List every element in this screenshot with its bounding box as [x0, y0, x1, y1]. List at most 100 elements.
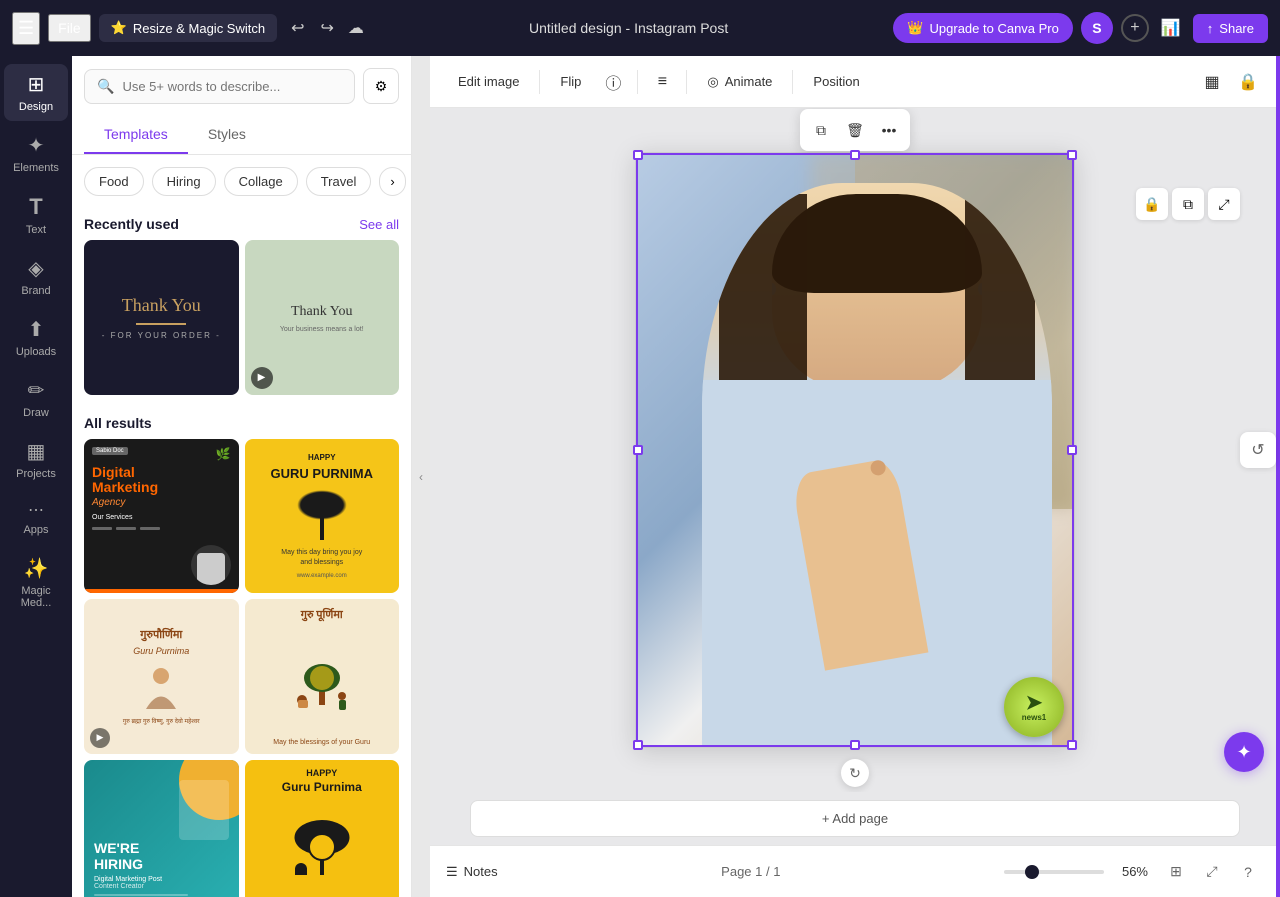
share-icon: ↑: [1207, 21, 1214, 36]
toolbar-divider-2: [637, 70, 638, 94]
panel-tabs: Templates Styles: [72, 116, 411, 155]
hamburger-menu-button[interactable]: ☰: [12, 12, 40, 45]
redo-button[interactable]: ↪: [315, 14, 340, 42]
page-info: Page 1 / 1: [510, 864, 992, 879]
add-page-bar: + Add page: [430, 792, 1280, 845]
expand-view-button[interactable]: ⤢: [1196, 856, 1228, 888]
toolbar-divider-4: [792, 70, 793, 94]
filter-button[interactable]: ⚙: [363, 68, 399, 104]
sidebar-item-design-label: Design: [19, 101, 53, 113]
zoom-slider[interactable]: [1004, 870, 1104, 874]
template-thumb-thank-you-dark[interactable]: Thank You - FOR YOUR ORDER -: [84, 240, 239, 395]
refresh-canvas-button[interactable]: ↺: [1240, 432, 1276, 468]
flip-label: Flip: [560, 74, 581, 89]
undo-button[interactable]: ↩: [285, 14, 310, 42]
frame-lock-button[interactable]: 🔒: [1136, 188, 1168, 220]
sidebar-item-apps[interactable]: ⋯ Apps: [4, 492, 68, 544]
lock-button[interactable]: 🔒: [1232, 66, 1264, 98]
magic-switch-icon: ⭐: [111, 20, 127, 36]
sidebar-item-brand[interactable]: ◈ Brand: [4, 248, 68, 305]
sidebar-item-text[interactable]: T Text: [4, 186, 68, 244]
tag-hiring[interactable]: Hiring: [152, 167, 216, 196]
position-button[interactable]: Position: [801, 68, 871, 95]
sidebar-item-brand-label: Brand: [21, 285, 50, 297]
analytics-button[interactable]: 📊: [1157, 14, 1185, 42]
tag-travel[interactable]: Travel: [306, 167, 372, 196]
template-thumb-digital-marketing[interactable]: Sabio Doc 🌿 DigitalMarketing Agency Our …: [84, 439, 239, 594]
brand-icon: ◈: [28, 256, 43, 281]
sidebar-item-text-label: Text: [26, 224, 46, 236]
news-watermark-badge: ➤ news1: [1004, 677, 1064, 737]
uploads-icon: ⬆: [28, 317, 45, 342]
template-thumb-thank-you-floral[interactable]: Thank You Your business means a lot! ▶: [245, 240, 400, 395]
sidebar-item-projects-label: Projects: [16, 468, 56, 480]
notes-button[interactable]: ☰ Notes: [446, 864, 498, 880]
upgrade-button[interactable]: 👑 Upgrade to Canva Pro: [893, 13, 1073, 43]
help-button[interactable]: ?: [1232, 856, 1264, 888]
news-badge-arrow-icon: ➤: [1026, 693, 1043, 713]
see-all-link[interactable]: See all: [359, 217, 399, 232]
checkerboard-button[interactable]: ▦: [1196, 66, 1228, 98]
bottom-bar: ☰ Notes Page 1 / 1 56% ⊞ ⤢ ?: [430, 845, 1280, 897]
canvas-copy-button[interactable]: ⧉: [806, 115, 836, 145]
secondary-toolbar: Edit image Flip ⓘ ≡ ◎ Animate Position ▦…: [430, 56, 1280, 108]
frame-copy-button[interactable]: ⧉: [1172, 188, 1204, 220]
search-input[interactable]: [122, 79, 342, 94]
sidebar-item-draw[interactable]: ✏ Draw: [4, 370, 68, 427]
animate-circle-icon: ◎: [707, 74, 718, 90]
sidebar-item-draw-label: Draw: [23, 407, 49, 419]
filter-icon: ⚙: [375, 78, 388, 95]
all-results-header: All results: [72, 407, 411, 439]
cloud-save-icon[interactable]: ☁: [348, 18, 364, 38]
grid-view-button[interactable]: ⊞: [1160, 856, 1192, 888]
tag-chips: Food Hiring Collage Travel ›: [72, 155, 411, 208]
sidebar-item-elements-label: Elements: [13, 162, 59, 174]
canvas-delete-button[interactable]: 🗑: [840, 115, 870, 145]
crown-icon: 👑: [907, 20, 923, 36]
rotate-handle[interactable]: ↻: [841, 759, 869, 787]
add-collaborator-button[interactable]: +: [1121, 14, 1149, 42]
template-thumb-guru-purnima-dark2[interactable]: HAPPY Guru Purnima Blessings and wisdom: [245, 760, 400, 897]
sidebar-item-projects[interactable]: ▦ Projects: [4, 431, 68, 488]
search-icon: 🔍: [97, 78, 114, 95]
hide-panel-button[interactable]: ‹: [412, 56, 430, 897]
template-thumb-guru-purnima-beige1[interactable]: गुरुपौर्णिमा Guru Purnima गुरु ब्रह्मा ग…: [84, 599, 239, 754]
all-results-grid: Sabio Doc 🌿 DigitalMarketing Agency Our …: [72, 439, 411, 897]
sidebar: ⊞ Design ✦ Elements T Text ◈ Brand ⬆ Upl…: [0, 56, 72, 897]
sidebar-item-magic[interactable]: ✨ Magic Med...: [4, 548, 68, 617]
sidebar-item-apps-label: Apps: [23, 524, 48, 536]
canvas-more-button[interactable]: •••: [874, 115, 904, 145]
sidebar-item-uploads[interactable]: ⬆ Uploads: [4, 309, 68, 366]
magic-assistant-button[interactable]: ✦: [1224, 732, 1264, 772]
search-input-wrap[interactable]: 🔍: [84, 69, 355, 104]
file-menu-button[interactable]: File: [48, 14, 91, 42]
flip-button[interactable]: Flip: [548, 68, 593, 95]
share-label: Share: [1219, 21, 1254, 36]
menu-button[interactable]: ≡: [646, 66, 678, 98]
notes-label: Notes: [464, 864, 498, 879]
magic-icon: ✨: [24, 556, 49, 581]
template-thumb-guru-purnima-yellow[interactable]: HAPPY GURU PURNIMA May this day bring yo…: [245, 439, 400, 594]
tag-food[interactable]: Food: [84, 167, 144, 196]
template-thumb-hiring[interactable]: WE'REHIRING Digital Marketing Post Conte…: [84, 760, 239, 897]
tab-templates[interactable]: Templates: [84, 116, 188, 154]
recently-used-grid: Thank You - FOR YOUR ORDER - Thank You Y…: [72, 240, 411, 407]
sidebar-item-design[interactable]: ⊞ Design: [4, 64, 68, 121]
canvas-workspace: 🔒 ⧉ ⤢ ⧉ 🗑 •••: [430, 108, 1280, 792]
frame-expand-button[interactable]: ⤢: [1208, 188, 1240, 220]
tag-collage[interactable]: Collage: [224, 167, 298, 196]
add-page-button[interactable]: + Add page: [470, 800, 1240, 837]
sidebar-item-elements[interactable]: ✦ Elements: [4, 125, 68, 182]
notes-icon: ☰: [446, 864, 458, 880]
canvas-image: ➤ news1: [636, 153, 1074, 747]
document-title: Untitled design - Instagram Post: [529, 20, 728, 36]
template-thumb-guru-illustration[interactable]: गुरु पूर्णिमा: [245, 599, 400, 754]
magic-switch-button[interactable]: ⭐ Resize & Magic Switch: [99, 14, 277, 42]
share-button[interactable]: ↑ Share: [1193, 14, 1268, 43]
animate-button[interactable]: ◎ Animate: [695, 68, 784, 96]
tag-more-button[interactable]: ›: [379, 167, 405, 196]
user-avatar-button[interactable]: S: [1081, 12, 1113, 44]
tab-styles[interactable]: Styles: [188, 116, 266, 154]
edit-image-button[interactable]: Edit image: [446, 68, 531, 95]
info-button[interactable]: ⓘ: [597, 66, 629, 98]
